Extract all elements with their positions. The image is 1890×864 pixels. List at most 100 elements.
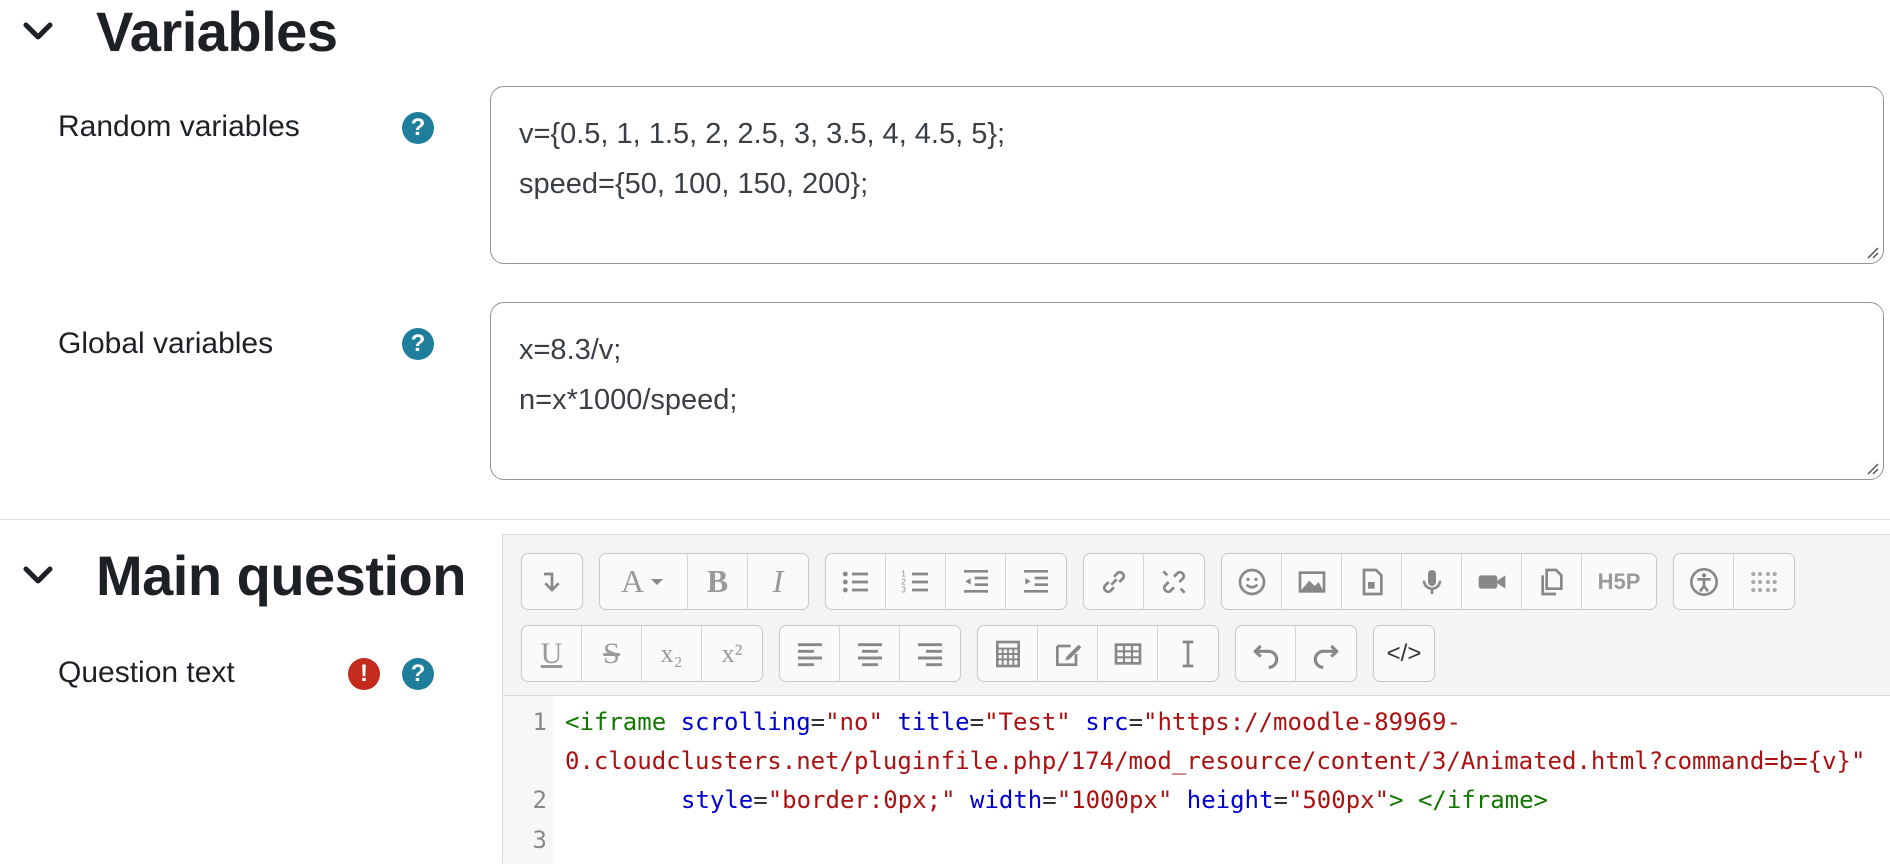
toolbar-group [1083,553,1205,610]
italic-button[interactable]: I [748,554,808,609]
record-audio-button[interactable] [1402,554,1462,609]
toolbar-row-2: U S x₂ x² </> [521,625,1451,682]
html-source-icon: </> [1386,639,1422,667]
strikethrough-button[interactable]: S [582,626,642,681]
indent-icon [1024,569,1048,593]
font-style-icon: A [620,563,645,599]
textarea-line: x=8.3/v; [519,334,622,366]
help-icon[interactable]: ? [402,112,434,144]
strikethrough-icon: S [603,636,620,670]
svg-text:3: 3 [901,585,906,594]
section-title: Variables [96,0,338,63]
align-left-button[interactable] [780,626,840,681]
html-source-button[interactable]: </> [1374,626,1434,681]
toolbar-group [977,625,1219,682]
code-editor[interactable]: 1 2 3 <iframe scrolling="no" title="Test… [503,695,1890,864]
question-text-label: Question text [58,656,235,689]
textarea-line: speed={50, 100, 150, 200}; [519,168,869,200]
random-variables-textarea[interactable]: v={0.5, 1, 1.5, 2, 2.5, 3, 3.5, 4, 4.5, … [490,86,1884,264]
underline-button[interactable]: U [522,626,582,681]
chevron-down-icon[interactable] [20,13,56,49]
superscript-button[interactable]: x² [702,626,762,681]
manage-files-button[interactable] [1522,554,1582,609]
braille-icon [1751,571,1777,592]
align-left-icon [797,642,822,666]
clear-format-button[interactable] [1158,626,1218,681]
outdent-icon [963,569,988,593]
resize-handle-icon[interactable] [1865,245,1879,259]
toolbar-group [521,553,583,610]
resize-handle-icon[interactable] [1865,461,1879,475]
accessibility-checker-icon [1689,567,1718,596]
image-icon [1298,570,1325,593]
link-icon [1102,570,1125,593]
align-right-button[interactable] [900,626,960,681]
line-number-gutter: 1 2 3 [503,696,553,864]
indent-button[interactable] [1006,554,1066,609]
undo-button[interactable] [1236,626,1296,681]
media-icon [1362,568,1383,595]
bold-icon: B [706,563,729,599]
equation-icon [995,640,1020,667]
font-style-button[interactable]: A [600,554,688,609]
manage-files-icon [1540,568,1563,595]
unlink-button[interactable] [1144,554,1204,609]
subscript-icon: x₂ [660,638,683,668]
redo-button[interactable] [1296,626,1356,681]
section-main-question-header[interactable]: Main question [20,543,466,607]
collapse-icon [544,572,560,592]
redo-icon [1313,644,1339,669]
line-number: 2 [532,786,547,814]
emoji-button[interactable] [1222,554,1282,609]
required-icon: ! [348,658,380,690]
html-editor: A B I 123 H5P U S x₂ x² </> 1 2 3 <ifram… [502,534,1890,864]
underline-icon: U [540,636,563,670]
h5p-icon: H5P [1597,568,1641,594]
toolbar-group [1673,553,1795,610]
align-center-icon [857,642,882,666]
section-title: Main question [96,543,466,607]
global-variables-textarea[interactable]: x=8.3/v; n=x*1000/speed; [490,302,1884,480]
random-variables-label: Random variables [58,110,300,143]
table-button[interactable] [1098,626,1158,681]
code-line: style="border:0px;" width="1000px" heigh… [681,786,1549,814]
unordered-list-icon [842,571,868,592]
chevron-down-icon [651,578,664,585]
toolbar-group: 123 [825,553,1067,610]
help-icon[interactable]: ? [402,658,434,690]
textarea-line: v={0.5, 1, 1.5, 2, 2.5, 3, 3.5, 4, 4.5, … [519,118,1006,150]
record-video-button[interactable] [1462,554,1522,609]
braille-button[interactable] [1734,554,1794,609]
help-icon[interactable]: ? [402,328,434,360]
equation-button[interactable] [978,626,1038,681]
line-number: 1 [532,708,547,736]
global-variables-label: Global variables [58,327,274,360]
accessibility-checker-button[interactable] [1674,554,1734,609]
line-number: 3 [532,826,547,854]
unordered-list-button[interactable] [826,554,886,609]
table-icon [1114,642,1141,665]
section-variables-header[interactable]: Variables [20,0,338,63]
link-button[interactable] [1084,554,1144,609]
section-divider [0,519,1890,520]
image-button[interactable] [1282,554,1342,609]
align-right-icon [918,642,942,666]
bold-button[interactable]: B [688,554,748,609]
media-button[interactable] [1342,554,1402,609]
special-char-button[interactable] [1038,626,1098,681]
ordered-list-button[interactable]: 123 [886,554,946,609]
outdent-button[interactable] [946,554,1006,609]
clear-format-icon [1182,640,1194,667]
toolbar-group [779,625,961,682]
align-center-button[interactable] [840,626,900,681]
toolbar-group: </> [1373,625,1435,682]
superscript-icon: x² [721,638,743,668]
h5p-button[interactable]: H5P [1582,554,1656,609]
toolbar-group: A B I [599,553,809,610]
toolbar-group [1235,625,1357,682]
ordered-list-icon: 123 [901,569,928,594]
chevron-down-icon[interactable] [20,557,56,593]
collapse-button[interactable] [522,554,582,609]
record-video-icon [1478,574,1505,589]
subscript-button[interactable]: x₂ [642,626,702,681]
